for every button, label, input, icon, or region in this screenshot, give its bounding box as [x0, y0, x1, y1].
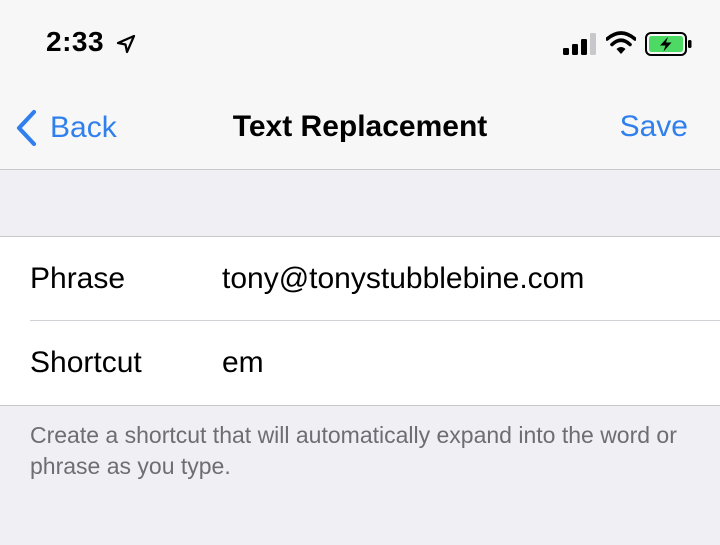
shortcut-field[interactable]: em — [222, 346, 264, 380]
status-bar: 2:33 — [0, 0, 720, 92]
navigation-bar: Back Text Replacement Save — [0, 92, 720, 170]
phrase-label: Phrase — [30, 262, 126, 295]
shortcut-row[interactable]: Shortcut em — [0, 321, 720, 405]
save-button[interactable]: Save — [620, 110, 688, 144]
back-button[interactable]: Back — [14, 108, 117, 148]
phrase-row[interactable]: Phrase tony@tonystubblebine.com — [0, 237, 720, 321]
location-arrow-icon — [116, 34, 136, 54]
status-time: 2:33 — [46, 26, 105, 57]
shortcut-label: Shortcut — [30, 346, 142, 379]
phrase-field[interactable]: tony@tonystubblebine.com — [222, 262, 584, 296]
back-label: Back — [50, 111, 117, 144]
footer-note: Create a shortcut that will automaticall… — [30, 422, 677, 479]
battery-charging-icon — [645, 32, 692, 56]
cellular-signal-icon — [563, 33, 596, 55]
text-replacement-form: Phrase tony@tonystubblebine.com Shortcut… — [0, 236, 720, 406]
wifi-icon — [606, 31, 636, 54]
chevron-left-icon — [16, 109, 37, 147]
